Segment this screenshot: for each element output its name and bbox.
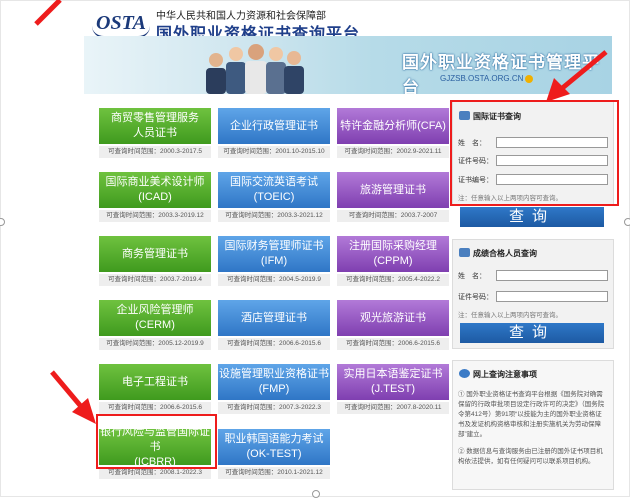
qualified-name-label: 姓 名：	[458, 273, 486, 280]
certificate-tile[interactable]: 酒店管理证书可查询时间范围：2006.6-2015.6	[218, 300, 330, 350]
qualified-name-input[interactable]	[496, 270, 608, 281]
certificate-code: (FMP)	[258, 383, 290, 395]
certificate-button[interactable]: 观光旅游证书	[337, 300, 449, 336]
arrow-top-left	[34, 0, 62, 26]
qualified-id-input[interactable]	[496, 291, 608, 302]
certificate-name: 特许金融分析师(CFA)	[340, 119, 446, 132]
certificate-code: (TOEIC)	[253, 191, 295, 203]
certificate-period: 可查询时间范围：2003.7-2007	[337, 210, 449, 222]
certificate-tile[interactable]: 企业行政管理证书 可查询时间范围：2001.10-2015.10	[218, 108, 330, 158]
certificate-tile[interactable]: 特许金融分析师(CFA) 可查询时间范围：2002.9-2021.11	[337, 108, 449, 158]
highlight-cert-query	[450, 100, 619, 206]
certificate-button[interactable]: 电子工程证书	[99, 364, 211, 400]
certificate-code: 人员证书	[133, 127, 177, 139]
arrow-to-query	[546, 50, 608, 102]
certificate-button[interactable]: 国际商业美术设计师 (ICAD)	[99, 172, 211, 208]
banner-url: GJZSB.OSTA.ORG.CN	[440, 74, 534, 83]
people-illustration	[206, 44, 304, 94]
certificate-name: 电子工程证书	[122, 375, 188, 388]
certificate-button[interactable]: 职业韩国语能力考试 (OK-TEST)	[218, 429, 330, 465]
certificate-name: 国际商业美术设计师	[105, 176, 205, 188]
certificate-period: 可查询时间范围：2001.10-2015.10	[218, 146, 330, 158]
certificate-button[interactable]: 酒店管理证书	[218, 300, 330, 336]
certificate-period: 可查询时间范围：2002.9-2021.11	[337, 146, 449, 158]
certificate-tile[interactable]: 商务管理证书可查询时间范围：2003.7-2019.4	[99, 236, 211, 286]
banner-url-text: GJZSB.OSTA.ORG.CN	[440, 74, 524, 83]
certificate-tile[interactable]: 旅游管理证书可查询时间范围：2003.7-2007	[337, 172, 449, 222]
certificate-name: 旅游管理证书	[360, 183, 426, 196]
certificate-period: 可查询时间范围：2003.7-2019.4	[99, 274, 211, 286]
certificate-button[interactable]: 特许金融分析师(CFA)	[337, 108, 449, 144]
certificate-code: (OK-TEST)	[246, 448, 302, 460]
certificate-button[interactable]: 国际交流英语考试 (TOEIC)	[218, 172, 330, 208]
certificate-code: (ICAD)	[138, 191, 172, 203]
certificate-tile[interactable]: 国际交流英语考试 (TOEIC) 可查询时间范围：2003.3-2021.12	[218, 172, 330, 222]
certificate-button[interactable]: 实用日本语鉴定证书 (J.TEST)	[337, 364, 449, 400]
certificate-period: 可查询时间范围：2003.3-2019.12	[99, 210, 211, 222]
cert-query-button[interactable]: 查询	[460, 207, 604, 227]
certificate-name: 企业风险管理师	[116, 304, 194, 316]
certificate-button[interactable]: 设施管理职业资格证书 (FMP)	[218, 364, 330, 400]
certificate-name: 酒店管理证书	[241, 311, 307, 324]
arrow-to-icbrr	[50, 370, 96, 424]
certificate-button[interactable]: 旅游管理证书	[337, 172, 449, 208]
qualified-query-note: 注：任意输入以上两项内容可查询。	[458, 312, 562, 319]
certificate-tile[interactable]: 职业韩国语能力考试 (OK-TEST) 可查询时间范围：2010.1-2021.12	[218, 429, 330, 479]
certificate-period: 可查询时间范围：2004.5-2019.9	[218, 274, 330, 286]
certificate-button[interactable]: 企业行政管理证书	[218, 108, 330, 144]
certificate-name: 国际交流英语考试	[230, 176, 318, 188]
certificate-name: 商务管理证书	[122, 247, 188, 260]
qualified-query-icon	[459, 248, 470, 257]
certificate-button[interactable]: 国际财务管理师证书 (IFM)	[218, 236, 330, 272]
certificate-tile[interactable]: 企业风险管理师 (CERM) 可查询时间范围：2005.12-2019.9	[99, 300, 211, 350]
certificate-name: 设施管理职业资格证书	[219, 368, 329, 380]
certificate-tile[interactable]: 实用日本语鉴定证书 (J.TEST) 可查询时间范围：2007.8-2020.11	[337, 364, 449, 414]
notice-paragraph-1: ① 国外职业资格证书查询平台根据《国务院对确需保留的行政审批项目设定行政许可的决…	[458, 391, 605, 438]
highlight-icbrr	[96, 414, 217, 469]
certificate-period: 可查询时间范围：2005.4-2022.2	[337, 274, 449, 286]
certificate-button[interactable]: 注册国际采购经理 (CPPM)	[337, 236, 449, 272]
certificate-button[interactable]: 商务管理证书	[99, 236, 211, 272]
right-resize-handle[interactable]	[624, 218, 630, 226]
certificate-code: (IFM)	[260, 255, 288, 267]
certificate-code: (CERM)	[135, 319, 175, 331]
qualified-id-label: 证件号码：	[458, 294, 493, 301]
certificate-period: 可查询时间范围：2000.3-2017.5	[99, 146, 211, 158]
certificate-tile[interactable]: 电子工程证书可查询时间范围：2006.6-2015.6	[99, 364, 211, 414]
banner-url-dot	[525, 74, 534, 83]
certificate-name: 职业韩国语能力考试	[224, 433, 324, 445]
certificate-period: 可查询时间范围：2003.3-2021.12	[218, 210, 330, 222]
notice-paragraph-2: ② 数据信息与查询服务由已注册的国外证书项目机构依法提供，如有任何疑问可以联系项…	[458, 448, 603, 465]
info-icon	[459, 369, 470, 378]
certificate-tile[interactable]: 国际财务管理师证书 (IFM) 可查询时间范围：2004.5-2019.9	[218, 236, 330, 286]
certificate-period: 可查询时间范围：2007.3-2022.3	[218, 402, 330, 414]
certificate-period: 可查询时间范围：2006.6-2015.6	[99, 402, 211, 414]
certificate-name: 注册国际采购经理	[349, 240, 437, 252]
certificate-tile[interactable]: 设施管理职业资格证书 (FMP) 可查询时间范围：2007.3-2022.3	[218, 364, 330, 414]
notice-title: 网上查询注意事项	[473, 370, 537, 379]
certificate-period: 可查询时间范围：2005.12-2019.9	[99, 338, 211, 350]
certificate-name: 商贸零售管理服务	[111, 112, 199, 124]
certificate-name: 实用日本语鉴定证书	[343, 368, 443, 380]
certificate-period: 可查询时间范围：2007.8-2020.11	[337, 402, 449, 414]
certificate-tile[interactable]: 观光旅游证书可查询时间范围：2006.6-2015.6	[337, 300, 449, 350]
certificate-tile[interactable]: 注册国际采购经理 (CPPM) 可查询时间范围：2005.4-2022.2	[337, 236, 449, 286]
certificate-name: 企业行政管理证书	[230, 119, 318, 132]
certificate-period: 可查询时间范围：2006.6-2015.6	[337, 338, 449, 350]
certificate-code: (J.TEST)	[371, 383, 415, 395]
certificate-button[interactable]: 商贸零售管理服务 人员证书	[99, 108, 211, 144]
qualified-query-button[interactable]: 查询	[460, 323, 604, 343]
qualified-query-title: 成绩合格人员查询	[473, 249, 537, 258]
certificate-name: 观光旅游证书	[360, 311, 426, 324]
banner: 国外职业资格证书管理平台 GJZSB.OSTA.ORG.CN	[84, 36, 612, 94]
certificate-name: 国际财务管理师证书	[224, 240, 324, 252]
certificate-period: 可查询时间范围：2010.1-2021.12	[218, 467, 330, 479]
page: OSTA 中华人民共和国人力资源和社会保障部 国外职业资格证书查询平台 国外职业…	[0, 0, 630, 498]
certificate-tile[interactable]: 商贸零售管理服务 人员证书可查询时间范围：2000.3-2017.5	[99, 108, 211, 158]
certificate-button[interactable]: 企业风险管理师 (CERM)	[99, 300, 211, 336]
certificate-code: (CPPM)	[373, 255, 413, 267]
certificate-tile[interactable]: 国际商业美术设计师 (ICAD) 可查询时间范围：2003.3-2019.12	[99, 172, 211, 222]
certificate-period: 可查询时间范围：2006.6-2015.6	[218, 338, 330, 350]
